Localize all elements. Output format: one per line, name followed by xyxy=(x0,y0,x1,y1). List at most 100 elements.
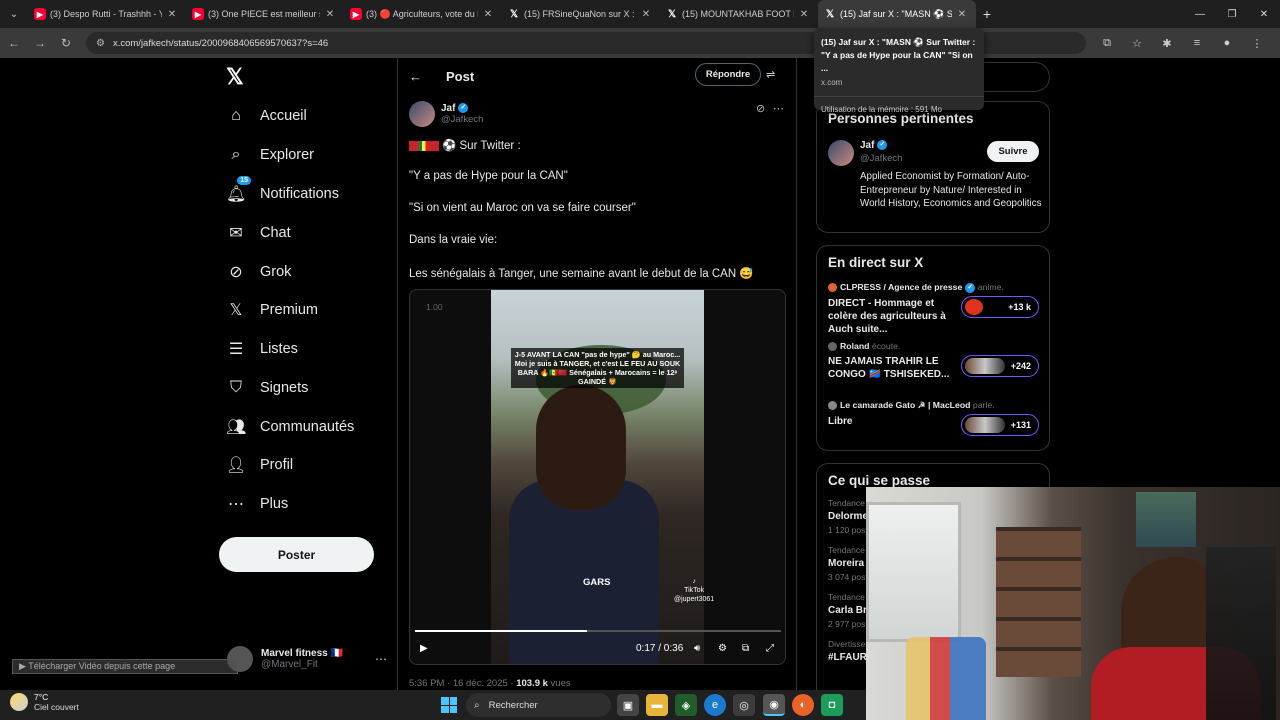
video-progress-bar[interactable] xyxy=(415,630,781,632)
avatar-stack xyxy=(965,299,983,315)
task-view-icon[interactable]: ▣ xyxy=(617,694,639,716)
play-icon[interactable]: ▶ xyxy=(420,643,428,654)
media-icon[interactable]: ≡ xyxy=(1182,37,1212,49)
live-listeners-pill[interactable]: +13 k xyxy=(961,296,1039,318)
user-name[interactable]: Jaf xyxy=(860,140,874,151)
app-icon[interactable]: ◎ xyxy=(733,694,755,716)
tooltip-memory: Utilisation de la mémoire : 591 Mo xyxy=(821,105,942,114)
author-handle[interactable]: @Jafkech xyxy=(441,114,483,125)
grok-icon[interactable]: ⊘ xyxy=(756,102,765,115)
maximize-icon[interactable]: ❐ xyxy=(1216,0,1248,28)
chrome-icon[interactable]: ◉ xyxy=(763,694,785,716)
profile-avatar-icon[interactable]: ● xyxy=(1212,37,1242,49)
window-controls: — ❐ ✕ xyxy=(1184,0,1280,28)
account-switcher[interactable]: Marvel fitness 🇫🇷 @Marvel_Fit ⋯ xyxy=(227,644,387,674)
sidebar-item-communautes[interactable]: 👥︎ Communautés xyxy=(226,413,354,441)
x-logo-icon[interactable]: 𝕏 xyxy=(226,66,248,88)
sidebar-item-plus[interactable]: ⋯ Plus xyxy=(226,490,288,518)
close-tab-icon[interactable]: ✕ xyxy=(324,9,336,20)
volume-icon[interactable]: 🔊︎ xyxy=(694,643,700,654)
live-item[interactable]: Roland écoute. NE JAMAIS TRAHIR LE CONGO… xyxy=(828,341,1039,400)
sidebar-item-explorer[interactable]: ⌕ Explorer xyxy=(226,141,314,169)
browser-tab[interactable]: 𝕏 (15) MOUNTAKHAB FOOT MA sur X ✕ xyxy=(660,0,818,28)
edge-icon[interactable]: e xyxy=(704,694,726,716)
account-name: Marvel fitness 🇫🇷 xyxy=(261,648,343,659)
minimize-icon[interactable]: — xyxy=(1184,0,1216,28)
close-tab-icon[interactable]: ✕ xyxy=(166,9,178,20)
browser-tab[interactable]: ▶ (3) Despo Rutti - Trashhh - YouTube ✕ xyxy=(28,0,186,28)
post-button[interactable]: Poster xyxy=(219,537,374,572)
live-item[interactable]: Le camarade Gato ☭ | MacLeod parle. Libr… xyxy=(828,400,1039,459)
close-window-icon[interactable]: ✕ xyxy=(1248,0,1280,28)
weather-widget[interactable]: 7°C Ciel couvert xyxy=(10,692,79,712)
close-tab-icon[interactable]: ✕ xyxy=(956,9,968,20)
sidebar-item-profil[interactable]: 👤︎ Profil xyxy=(226,451,293,479)
live-listeners-pill[interactable]: +131 xyxy=(961,414,1039,436)
site-info-icon[interactable]: ⚙ xyxy=(96,38,105,49)
live-listeners-pill[interactable]: +242 xyxy=(961,355,1039,377)
settings-icon[interactable]: ⚙ xyxy=(718,643,727,654)
browser-tab[interactable]: ▶ (3) 🔴 Agriculteurs, vote du budget ✕ xyxy=(344,0,502,28)
reply-button[interactable]: Répondre xyxy=(695,63,761,86)
sidebar-item-signets[interactable]: ⛉ Signets xyxy=(226,374,308,402)
browser-tab[interactable]: 𝕏 (15) FRSineQuaNon sur X : "@TF ✕ xyxy=(502,0,660,28)
sidebar-item-grok[interactable]: ⊘ Grok xyxy=(226,258,291,286)
temperature: 7°C xyxy=(34,692,49,702)
browser-menu-icon[interactable]: ⋮ xyxy=(1242,37,1272,50)
filter-icon[interactable]: ⇌ xyxy=(766,68,775,81)
close-tab-icon[interactable]: ✕ xyxy=(640,9,652,20)
tab-hover-card: (15) Jaf sur X : "MASN ⚽ Sur Twitter : "… xyxy=(814,28,984,114)
pip-icon[interactable]: ⧉ xyxy=(742,643,749,654)
close-tab-icon[interactable]: ✕ xyxy=(482,9,494,20)
sidebar-item-notifications[interactable]: 🔔︎ 15 Notifications xyxy=(226,176,339,208)
fullscreen-icon[interactable]: ⤢ xyxy=(766,643,774,654)
app-icon[interactable]: ◘ xyxy=(821,694,843,716)
sidebar-item-accueil[interactable]: ⌂ Accueil xyxy=(226,102,307,130)
file-explorer-icon[interactable]: ▬ xyxy=(646,694,668,716)
people-icon: 👥︎ xyxy=(226,419,247,436)
close-tab-icon[interactable]: ✕ xyxy=(798,9,810,20)
post-meta: 5:36 PM · 16 déc. 2025 · 103.9 k vues xyxy=(409,678,571,689)
x-icon: 𝕏 xyxy=(509,8,519,20)
bookmark-star-icon[interactable]: ☆ xyxy=(1122,37,1152,50)
webcam-poster xyxy=(1136,492,1196,547)
follow-button[interactable]: Suivre xyxy=(987,141,1039,162)
video-caption: J-5 AVANT LA CAN "pas de hype" 🤔 au Maro… xyxy=(511,348,684,388)
extensions-icon[interactable]: ✱ xyxy=(1152,37,1182,50)
sidebar-item-listes[interactable]: ☰ Listes xyxy=(226,335,298,363)
taskbar-search[interactable]: ⌕ Rechercher xyxy=(466,693,611,717)
avatar[interactable] xyxy=(828,140,854,166)
account-handle: @Marvel_Fit xyxy=(261,659,318,670)
mail-icon: ✉ xyxy=(229,225,243,242)
nvidia-icon[interactable]: ◈ xyxy=(675,694,697,716)
reload-icon[interactable]: ↻ xyxy=(54,31,78,55)
more-icon[interactable]: ⋯ xyxy=(773,102,784,115)
more-icon[interactable]: ⋯ xyxy=(375,652,387,666)
cloud-sun-icon xyxy=(10,693,28,711)
browser-tab[interactable]: ▶ (3) One PIECE est meilleur sans ✕ xyxy=(186,0,344,28)
sidebar-item-chat[interactable]: ✉ Chat xyxy=(226,219,290,247)
sidebar-item-premium[interactable]: 𝕏 Premium xyxy=(226,296,318,324)
weather-condition: Ciel couvert xyxy=(34,702,79,712)
video-player[interactable]: 1.00 J-5 AVANT LA CAN "pas de hype" 🤔 au… xyxy=(409,289,786,665)
browser-tab-active[interactable]: 𝕏 (15) Jaf sur X : "MASN ⚽ Sur Twi ✕ xyxy=(818,0,976,28)
related-user[interactable]: Jaf ✓ @Jafkech Suivre Applied Economist b… xyxy=(828,140,1042,225)
avatar-stack xyxy=(965,358,1005,374)
tooltip-domain: x.com xyxy=(821,78,843,87)
windows-start-icon[interactable] xyxy=(441,697,457,713)
video-download-bar[interactable]: ▶ Télécharger Vidéo depuis cette page xyxy=(12,659,238,674)
author-name[interactable]: Jaf xyxy=(441,103,455,114)
youtube-icon: ▶ xyxy=(192,8,204,20)
avatar[interactable] xyxy=(409,101,435,127)
post-author[interactable]: Jaf ✓ @Jafkech xyxy=(409,101,483,127)
back-icon[interactable]: ← xyxy=(2,31,26,55)
live-item[interactable]: CLPRESS / Agence de presse ✓ anime. DIREC… xyxy=(828,282,1039,341)
forward-icon[interactable]: → xyxy=(28,31,52,55)
post-timestamp[interactable]: 5:36 PM · 16 déc. 2025 · xyxy=(409,678,516,689)
firefox-icon[interactable]: ◐ xyxy=(792,694,814,716)
new-tab-button[interactable]: + xyxy=(976,6,998,22)
back-arrow-icon[interactable]: ← xyxy=(409,69,422,84)
browser-tab-bar: ⌄ ▶ (3) Despo Rutti - Trashhh - YouTube … xyxy=(0,0,1280,28)
tab-search-dropdown[interactable]: ⌄ xyxy=(0,0,28,28)
install-app-icon[interactable]: ⧉ xyxy=(1092,37,1122,50)
